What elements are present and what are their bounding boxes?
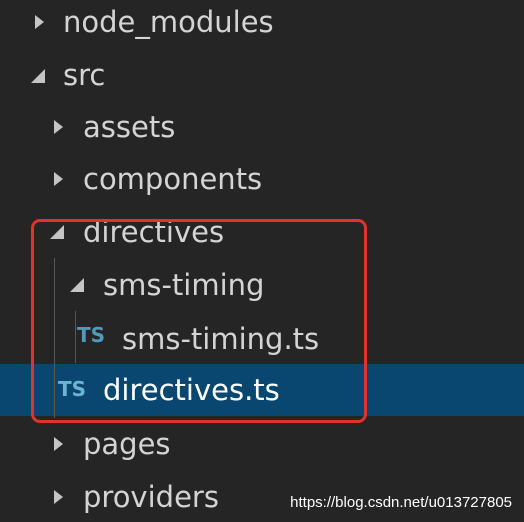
chevron-right-icon[interactable]: [35, 15, 44, 29]
tree-item-label: src: [63, 58, 106, 92]
tree-item-label: pages: [83, 427, 171, 461]
chevron-right-icon[interactable]: [54, 490, 63, 504]
tree-item-label: providers: [83, 480, 219, 514]
file-explorer-tree: node_modules src assets components direc…: [0, 0, 524, 522]
tree-item-label: assets: [83, 110, 176, 144]
tree-item-node-modules[interactable]: node_modules: [0, 0, 524, 48]
chevron-down-icon[interactable]: [31, 69, 45, 83]
highlight-annotation-box: [31, 219, 367, 423]
tree-item-label: node_modules: [63, 5, 274, 39]
tree-item-assets[interactable]: assets: [0, 101, 524, 153]
tree-item-label: components: [83, 162, 263, 196]
chevron-right-icon[interactable]: [54, 437, 63, 451]
tree-item-components[interactable]: components: [0, 153, 524, 205]
tree-item-pages[interactable]: pages: [0, 418, 524, 470]
watermark-text: https://blog.csdn.net/u013727805: [290, 494, 512, 511]
chevron-right-icon[interactable]: [54, 172, 63, 186]
chevron-right-icon[interactable]: [54, 120, 63, 134]
tree-item-src[interactable]: src: [0, 49, 524, 101]
